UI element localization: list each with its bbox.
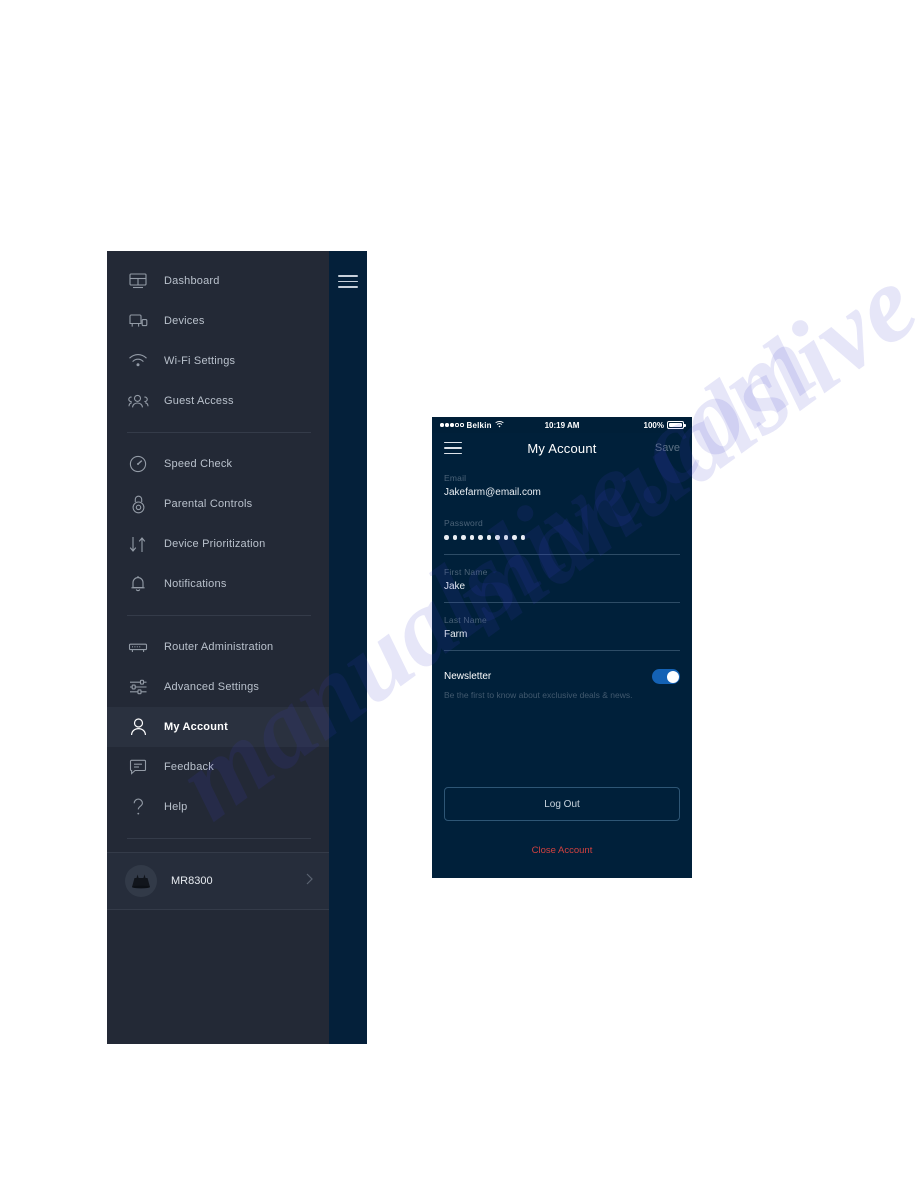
save-button[interactable]: Save [655, 442, 680, 454]
sidebar-item-label: Help [164, 801, 188, 813]
sidebar-item-device-prioritization[interactable]: Device Prioritization [107, 524, 329, 564]
devices-icon [127, 310, 149, 332]
toggle-knob [666, 670, 679, 683]
chevron-right-icon [306, 872, 313, 890]
field-label: Password [444, 518, 483, 528]
hamburger-icon[interactable] [338, 275, 358, 288]
page-title: My Account [527, 440, 597, 456]
sidebar-divider [127, 838, 311, 839]
sidebar-item-feedback[interactable]: Feedback [107, 747, 329, 787]
sidebar-item-dashboard[interactable]: Dashboard [107, 261, 329, 301]
battery-full-icon [667, 421, 686, 429]
sidebar-item-label: Dashboard [164, 275, 220, 287]
sidebar-divider [127, 432, 311, 433]
newsletter-toggle[interactable] [652, 669, 680, 684]
sidebar-item-notifications[interactable]: Notifications [107, 564, 329, 604]
guest-access-icon [127, 390, 149, 412]
sidebar-item-guest-access[interactable]: Guest Access [107, 381, 329, 421]
router-icon [127, 636, 149, 658]
field-divider [444, 650, 680, 651]
sidebar-item-router-administration[interactable]: Router Administration [107, 627, 329, 667]
status-bar-right: 100% [643, 420, 686, 430]
wifi-icon [127, 350, 149, 372]
last-name-field-value[interactable]: Farm [444, 629, 680, 650]
hamburger-bar [338, 286, 358, 288]
field-password[interactable]: Password [444, 508, 680, 554]
sidebar-item-label: Guest Access [164, 395, 234, 407]
sidebar-item-label: Wi-Fi Settings [164, 355, 236, 367]
dashboard-icon [127, 270, 149, 292]
newsletter-row: Newsletter [444, 653, 680, 684]
device-row-divider-bottom [107, 909, 329, 910]
person-icon [127, 716, 149, 738]
hamburger-bar [338, 280, 358, 283]
speed-check-icon [127, 453, 149, 475]
log-out-button[interactable]: Log Out [444, 787, 680, 821]
sidebar-menu-list: Dashboard Devices Wi-Fi Settings Guest A… [107, 251, 349, 890]
hamburger-bar [338, 275, 358, 277]
field-label: Email [444, 473, 467, 483]
sidebar-item-label: Devices [164, 315, 205, 327]
field-last-name[interactable]: Last Name Farm [444, 605, 680, 650]
sidebar-divider [127, 615, 311, 616]
sidebar-item-label: Speed Check [164, 458, 233, 470]
status-bar: Belkin 10:19 AM 100% [432, 417, 692, 433]
sidebar-item-devices[interactable]: Devices [107, 301, 329, 341]
battery-percent-label: 100% [643, 420, 664, 430]
device-prioritization-icon [127, 533, 149, 555]
sidebar-item-label: Notifications [164, 578, 227, 590]
first-name-field-value[interactable]: Jake [444, 581, 680, 602]
sidebar-item-advanced-settings[interactable]: Advanced Settings [107, 667, 329, 707]
newsletter-description: Be the first to know about exclusive dea… [444, 690, 633, 700]
account-form: Email Jakefarm@email.com Password First … [432, 463, 692, 702]
device-row-mr8300[interactable]: MR8300 [107, 853, 329, 909]
sliders-icon [127, 676, 149, 698]
chat-icon [127, 756, 149, 778]
sidebar-item-wifi-settings[interactable]: Wi-Fi Settings [107, 341, 329, 381]
bell-icon [127, 573, 149, 595]
sidebar-item-my-account[interactable]: My Account [107, 707, 349, 747]
sidebar-menu-panel: Dashboard Devices Wi-Fi Settings Guest A… [107, 251, 349, 1044]
phone-screenshot: Belkin 10:19 AM 100% My Account Save Ema… [432, 417, 692, 878]
app-header: My Account Save [432, 433, 692, 463]
field-email[interactable]: Email Jakefarm@email.com [444, 463, 680, 508]
newsletter-label: Newsletter [444, 671, 492, 682]
field-label: Last Name [444, 615, 487, 625]
device-name-label: MR8300 [171, 875, 213, 887]
field-label: First Name [444, 567, 488, 577]
sidebar-item-help[interactable]: Help [107, 787, 329, 827]
field-divider [444, 554, 680, 555]
sidebar-item-speed-check[interactable]: Speed Check [107, 444, 329, 484]
parental-controls-icon [127, 493, 149, 515]
sidebar-item-label: Feedback [164, 761, 214, 773]
sidebar-item-label: Advanced Settings [164, 681, 260, 693]
field-first-name[interactable]: First Name Jake [444, 557, 680, 602]
sidebar-item-parental-controls[interactable]: Parental Controls [107, 484, 329, 524]
sidebar-rail [329, 251, 367, 1044]
email-field-value[interactable]: Jakefarm@email.com [444, 487, 680, 508]
question-icon [127, 796, 149, 818]
router-thumbnail [125, 865, 157, 897]
password-field-value[interactable] [444, 532, 680, 554]
sidebar-item-label: Parental Controls [164, 498, 253, 510]
sidebar-item-label: Device Prioritization [164, 538, 266, 550]
sidebar-item-label: My Account [164, 721, 228, 733]
sidebar-screenshot: Dashboard Devices Wi-Fi Settings Guest A… [107, 251, 367, 1044]
sidebar-item-label: Router Administration [164, 641, 274, 653]
close-account-link[interactable]: Close Account [432, 845, 692, 856]
field-divider [444, 602, 680, 603]
